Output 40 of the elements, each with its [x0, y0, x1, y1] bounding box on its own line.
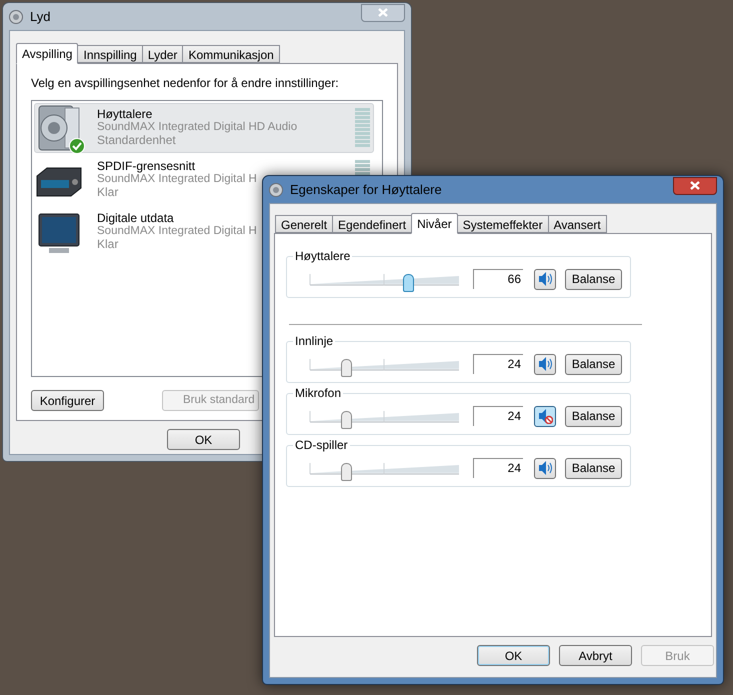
device-name: Digitale utdata [97, 212, 174, 225]
value-field[interactable]: 66 [473, 269, 523, 289]
balance-button[interactable]: Balanse [565, 354, 622, 374]
channel-label: Mikrofon [293, 386, 344, 400]
window-title: Lyd [30, 8, 50, 26]
tab[interactable]: Kommunikasjon [182, 45, 280, 63]
balance-button[interactable]: Balanse [565, 268, 622, 290]
channel-label: CD-spiller [293, 438, 350, 452]
balance-button[interactable]: Balanse [565, 406, 622, 426]
button[interactable]: Avbryt [559, 645, 632, 666]
device-status: Standardenhet [97, 134, 176, 147]
tab[interactable]: Nivåer [411, 213, 458, 234]
device-status: Klar [97, 186, 118, 199]
tab[interactable]: Lyder [142, 45, 184, 63]
device-description: SoundMAX Integrated Digital H [97, 173, 257, 186]
tab[interactable]: Innspilling [77, 45, 143, 63]
balance-button[interactable]: Balanse [565, 458, 622, 478]
instruction-text: Velg en avspillingsenhet nedenfor for å endre innstillinger: [31, 75, 340, 92]
device-description: SoundMAX Integrated Digital HD Audio [97, 121, 298, 134]
device-description: SoundMAX Integrated Digital H [97, 225, 257, 238]
device-name: Høyttalere [97, 108, 152, 121]
tab[interactable]: Avansert [548, 215, 607, 233]
tab[interactable]: Egendefinert [332, 215, 412, 233]
button[interactable]: Konfigurer [31, 390, 104, 411]
button[interactable]: OK [167, 429, 240, 450]
channel-label: Høyttalere [293, 249, 352, 263]
value-field[interactable]: 24 [473, 354, 523, 374]
device-row[interactable]: Digitale utdata SoundMAX Integrated Digital H Klar [34, 207, 260, 257]
value-field[interactable]: 24 [473, 406, 523, 426]
value-field[interactable]: 24 [473, 458, 523, 478]
device-row[interactable]: SPDIF-grensesnitt SoundMAX Integrated Digital H Klar [34, 155, 260, 205]
tab[interactable]: Systemeffekter [456, 215, 549, 233]
tab[interactable]: Generelt [275, 215, 334, 233]
device-row[interactable]: Høyttalere SoundMAX Integrated Digital HD Audio Standardenhet [34, 103, 374, 153]
button[interactable]: OK [477, 645, 550, 666]
window-title: Egenskaper for Høyttalere [290, 180, 442, 199]
device-name: SPDIF-grensesnitt [97, 160, 196, 173]
tab[interactable]: Avspilling [16, 43, 78, 64]
channel-label: Innlinje [293, 334, 336, 348]
device-status: Klar [97, 238, 118, 251]
